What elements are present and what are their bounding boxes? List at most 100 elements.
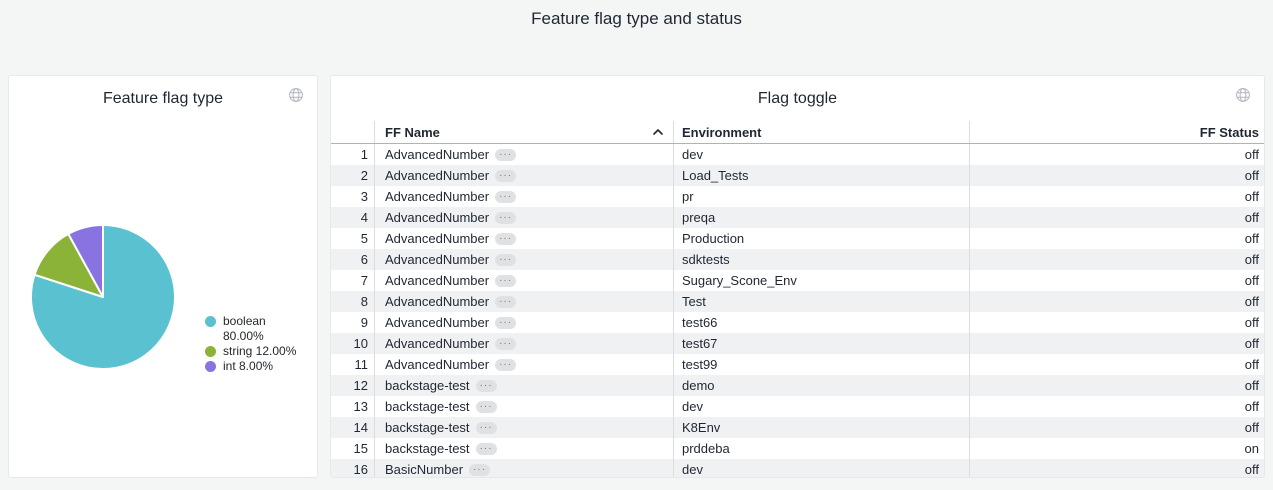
legend-label: boolean 80.00% bbox=[223, 314, 305, 344]
ff-status-cell: off bbox=[969, 186, 1265, 207]
legend-label: string 12.00% bbox=[223, 344, 305, 359]
cell-actions-ellipsis-button[interactable]: ··· bbox=[476, 380, 497, 392]
cell-actions-ellipsis-button[interactable]: ··· bbox=[476, 401, 497, 413]
environment-cell: Production bbox=[673, 228, 969, 249]
environment-cell: prddeba bbox=[673, 438, 969, 459]
table-row: 10AdvancedNumber···test67off bbox=[331, 333, 1264, 354]
ff-name-cell: backstage-test ··· bbox=[374, 438, 673, 459]
ff-name-text: AdvancedNumber bbox=[385, 189, 489, 204]
table-row: 2 AdvancedNumber ··· Load_Testsoff bbox=[331, 165, 1264, 186]
cell-actions-ellipsis-button[interactable]: ··· bbox=[495, 275, 516, 287]
panel-flag-toggle: Flag toggle FF Name Environment FF Statu… bbox=[330, 75, 1265, 478]
ff-name-cell: AdvancedNumber··· bbox=[374, 249, 673, 270]
legend-item-string[interactable]: string 12.00% bbox=[205, 344, 305, 359]
cell-actions-ellipsis-button[interactable]: ··· bbox=[469, 464, 490, 476]
row-number: 6 bbox=[331, 249, 374, 270]
ff-name-cell: AdvancedNumber··· bbox=[374, 333, 673, 354]
table-row: 11 AdvancedNumber ··· test99off bbox=[331, 354, 1264, 375]
column-header-ff-status[interactable]: FF Status bbox=[969, 121, 1265, 143]
table-row: 12backstage-test···demooff bbox=[331, 375, 1264, 396]
table-row: 16BasicNumber···devoff bbox=[331, 459, 1264, 478]
row-number: 9 bbox=[331, 312, 374, 333]
pie-chart-area: boolean 80.00%string 12.00%int 8.00% bbox=[9, 121, 317, 478]
table-row: 9AdvancedNumber···test66off bbox=[331, 312, 1264, 333]
ff-status-cell: off bbox=[969, 354, 1265, 375]
ff-name-cell: AdvancedNumber··· bbox=[374, 144, 673, 165]
legend-item-int[interactable]: int 8.00% bbox=[205, 359, 305, 374]
ff-name-text: AdvancedNumber bbox=[385, 168, 489, 183]
table-row: 15backstage-test···prddebaon bbox=[331, 438, 1264, 459]
ff-name-text: AdvancedNumber bbox=[385, 231, 489, 246]
environment-cell: pr bbox=[673, 186, 969, 207]
ff-status-cell: off bbox=[969, 249, 1265, 270]
table-row: 3 AdvancedNumber ··· proff bbox=[331, 186, 1264, 207]
table-row: 13backstage-test···devoff bbox=[331, 396, 1264, 417]
ff-status-cell: off bbox=[969, 165, 1265, 186]
panel-title: Feature flag type bbox=[103, 90, 223, 108]
row-number: 11 bbox=[331, 354, 374, 375]
environment-cell: test99 bbox=[673, 354, 969, 375]
cell-actions-ellipsis-button[interactable]: ··· bbox=[495, 233, 516, 245]
environment-cell: dev bbox=[673, 144, 969, 165]
column-header-environment[interactable]: Environment bbox=[673, 121, 969, 143]
globe-icon[interactable] bbox=[288, 87, 304, 103]
ff-status-cell: off bbox=[969, 396, 1265, 417]
cell-actions-ellipsis-button[interactable]: ··· bbox=[495, 254, 516, 266]
flag-table: FF Name Environment FF Status 1 AdvancedN… bbox=[331, 121, 1264, 477]
environment-cell: Load_Tests bbox=[673, 165, 969, 186]
legend-item-boolean[interactable]: boolean 80.00% bbox=[205, 314, 305, 344]
ff-status-cell: off bbox=[969, 270, 1265, 291]
cell-actions-ellipsis-button[interactable]: ··· bbox=[476, 443, 497, 455]
table-header-row: FF Name Environment FF Status bbox=[331, 121, 1264, 144]
cell-actions-ellipsis-button[interactable]: ··· bbox=[495, 338, 516, 350]
ff-name-text: BasicNumber bbox=[385, 462, 463, 477]
ff-status-cell: on bbox=[969, 438, 1265, 459]
table-row: 7 AdvancedNumber ··· Sugary_Scone_Envoff bbox=[331, 270, 1264, 291]
ff-name-text: AdvancedNumber bbox=[385, 357, 489, 372]
ff-name-text: AdvancedNumber bbox=[385, 273, 489, 288]
environment-cell: test66 bbox=[673, 312, 969, 333]
row-number: 7 bbox=[331, 270, 374, 291]
ff-name-text: backstage-test bbox=[385, 378, 470, 393]
column-header-label: FF Name bbox=[385, 125, 440, 140]
table-row: 14 backstage-test ··· K8Envoff bbox=[331, 417, 1264, 438]
cell-actions-ellipsis-button[interactable]: ··· bbox=[495, 170, 516, 182]
row-number-header bbox=[331, 121, 374, 143]
globe-icon[interactable] bbox=[1235, 87, 1251, 103]
environment-cell: test67 bbox=[673, 333, 969, 354]
ff-name-cell: AdvancedNumber··· bbox=[374, 291, 673, 312]
ff-status-cell: off bbox=[969, 417, 1265, 438]
environment-cell: Sugary_Scone_Env bbox=[673, 270, 969, 291]
pie-legend: boolean 80.00%string 12.00%int 8.00% bbox=[205, 314, 305, 374]
row-number: 13 bbox=[331, 396, 374, 417]
cell-actions-ellipsis-button[interactable]: ··· bbox=[495, 296, 516, 308]
column-header-ff-name[interactable]: FF Name bbox=[374, 121, 673, 143]
row-number: 14 bbox=[331, 417, 374, 438]
panel-header[interactable]: Flag toggle bbox=[331, 76, 1264, 121]
ff-status-cell: off bbox=[969, 207, 1265, 228]
environment-cell: K8Env bbox=[673, 417, 969, 438]
cell-actions-ellipsis-button[interactable]: ··· bbox=[495, 212, 516, 224]
table-row: 4AdvancedNumber···preqaoff bbox=[331, 207, 1264, 228]
ff-name-cell: AdvancedNumber ··· bbox=[374, 354, 673, 375]
cell-actions-ellipsis-button[interactable]: ··· bbox=[476, 422, 497, 434]
table-row: 5AdvancedNumber···Productionoff bbox=[331, 228, 1264, 249]
pie-chart bbox=[9, 121, 318, 478]
ff-name-cell: AdvancedNumber ··· bbox=[374, 228, 673, 249]
row-number: 12 bbox=[331, 375, 374, 396]
table-row: 1AdvancedNumber···devoff bbox=[331, 144, 1264, 165]
ff-name-cell: backstage-test ··· bbox=[374, 417, 673, 438]
ff-name-cell: BasicNumber ··· bbox=[374, 459, 673, 478]
row-number: 1 bbox=[331, 144, 374, 165]
panel-header[interactable]: Feature flag type bbox=[9, 76, 317, 121]
ff-status-cell: off bbox=[969, 291, 1265, 312]
cell-actions-ellipsis-button[interactable]: ··· bbox=[495, 317, 516, 329]
ff-name-text: backstage-test bbox=[385, 420, 470, 435]
row-number: 2 bbox=[331, 165, 374, 186]
ff-name-cell: AdvancedNumber··· bbox=[374, 312, 673, 333]
cell-actions-ellipsis-button[interactable]: ··· bbox=[495, 191, 516, 203]
ff-name-text: backstage-test bbox=[385, 441, 470, 456]
cell-actions-ellipsis-button[interactable]: ··· bbox=[495, 359, 516, 371]
row-number: 3 bbox=[331, 186, 374, 207]
cell-actions-ellipsis-button[interactable]: ··· bbox=[495, 149, 516, 161]
